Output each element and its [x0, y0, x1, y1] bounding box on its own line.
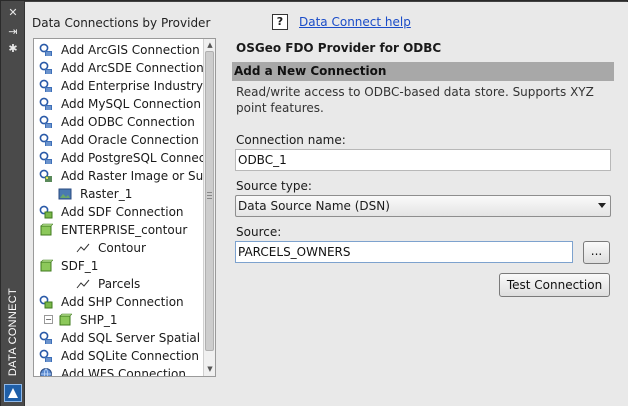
tree-item-label: Add MySQL Connection — [61, 97, 201, 111]
tree-item[interactable]: −SDF_1 — [39, 257, 98, 275]
tree-item-label: Add Raster Image or Surfac — [61, 169, 216, 183]
tree-item-label: Add SDF Connection — [61, 205, 184, 219]
tree-item[interactable]: Parcels — [76, 275, 140, 293]
tree-scrollbar[interactable]: ▲ ▼ — [203, 39, 215, 376]
tree-expander-icon[interactable]: − — [44, 315, 53, 324]
tree-item[interactable]: Add SDF Connection — [39, 203, 184, 221]
scroll-down-icon[interactable]: ▼ — [206, 365, 214, 373]
tree-item-label: Raster_1 — [80, 187, 133, 201]
provider-tree[interactable]: Add ArcGIS Connection Add ArcSDE Connecti… — [33, 38, 216, 377]
chevron-down-icon — [598, 203, 606, 208]
tree-item[interactable]: Add MySQL Connection — [39, 95, 201, 113]
tree-item[interactable]: Add ArcSDE Connection — [39, 59, 204, 77]
tree-item[interactable]: Add SQLite Connection — [39, 347, 199, 365]
file-connection-icon — [39, 295, 53, 309]
tree-item-label: Contour — [98, 241, 146, 255]
globe-icon — [39, 367, 53, 376]
connection-name-input[interactable]: ODBC_1 — [235, 149, 611, 171]
tree-item-label: Add ODBC Connection — [61, 115, 195, 129]
app-logo-icon — [4, 384, 22, 402]
tree-item-label: SHP_1 — [80, 313, 118, 327]
tree-item[interactable]: Add SQL Server Spatial Con — [39, 329, 216, 347]
palette-title-strip: ✕ ⇥ ✱ DATA CONNECT — [1, 1, 25, 406]
db-connection-icon — [39, 97, 53, 111]
file-connection-icon — [39, 205, 53, 219]
tree-item-label: Add Enterprise Industry Mo — [61, 79, 216, 93]
provider-title: OSGeo FDO Provider for ODBC — [236, 41, 442, 55]
tree-expander-icon[interactable]: − — [33, 225, 34, 234]
tree-item[interactable]: Contour — [76, 239, 146, 257]
source-type-value: Data Source Name (DSN) — [238, 199, 390, 213]
tree-item-label: Add PostgreSQL Connectio — [61, 151, 216, 165]
tree-item[interactable]: Add WFS Connection — [39, 365, 186, 377]
tree-item[interactable]: Raster_1 — [58, 185, 132, 203]
green-cube-icon — [39, 259, 54, 273]
auto-hide-icon[interactable]: ⇥ — [5, 25, 21, 39]
provider-description: Read/write access to ODBC-based data sto… — [236, 85, 594, 115]
db-connection-icon — [39, 331, 53, 345]
tree-item[interactable]: Add PostgreSQL Connectio — [39, 149, 216, 167]
browse-button[interactable]: ... — [583, 241, 610, 264]
tree-item[interactable]: Add Oracle Connection — [39, 131, 199, 149]
scroll-up-icon[interactable]: ▲ — [206, 41, 214, 49]
tree-item-label: Add ArcGIS Connection — [61, 43, 200, 57]
tree-item-label: Add SHP Connection — [61, 295, 184, 309]
palette-title: DATA CONNECT — [3, 286, 23, 378]
tree-item[interactable]: Add ArcGIS Connection — [39, 41, 200, 59]
tree-item-label: ENTERPRISE_contour — [61, 223, 188, 237]
db-connection-icon — [39, 61, 53, 75]
section-header: Add a New Connection — [232, 62, 614, 81]
palette-window: ✕ ⇥ ✱ DATA CONNECT Data Connections by P… — [0, 0, 628, 406]
raster-image-icon — [58, 187, 72, 201]
palette-title-text: DATA CONNECT — [7, 287, 19, 377]
tree-item[interactable]: Add ODBC Connection — [39, 113, 195, 131]
scroll-thumb[interactable] — [205, 51, 214, 351]
raster-connection-icon — [39, 169, 53, 183]
db-connection-icon — [39, 79, 53, 93]
green-cube-icon — [58, 313, 73, 327]
tree-item-label: Add SQLite Connection — [61, 349, 199, 363]
tree-item-label: Add WFS Connection — [61, 367, 186, 377]
tree-item-label: Parcels — [98, 277, 141, 291]
db-connection-icon — [39, 133, 53, 147]
db-connection-icon — [39, 349, 53, 363]
tree-item-label: Add SQL Server Spatial Con — [61, 331, 216, 345]
providers-title: Data Connections by Provider — [32, 16, 211, 30]
help-link[interactable]: Data Connect help — [299, 15, 411, 29]
properties-icon[interactable]: ✱ — [5, 42, 21, 56]
source-type-label: Source type: — [236, 179, 312, 193]
connection-name-label: Connection name: — [236, 133, 346, 147]
tree-item[interactable]: −ENTERPRISE_contour — [39, 221, 187, 239]
test-connection-button[interactable]: Test Connection — [499, 273, 610, 297]
source-label: Source: — [236, 225, 282, 239]
source-input[interactable]: PARCELS_OWNERS — [235, 241, 573, 263]
help-icon[interactable]: ? — [272, 14, 288, 30]
tree-item-label: Add Oracle Connection — [61, 133, 199, 147]
tree-item-label: Add ArcSDE Connection — [61, 61, 204, 75]
tree-expander-icon[interactable]: − — [33, 261, 34, 270]
tree-item[interactable]: Add Raster Image or Surfac — [39, 167, 216, 185]
db-connection-icon — [39, 43, 53, 57]
db-connection-icon — [39, 151, 53, 165]
tree-item-label: SDF_1 — [61, 259, 99, 273]
data-connect-panel: Data Connections by Provider Add ArcGIS … — [25, 2, 628, 406]
green-cube-icon — [39, 223, 54, 237]
tree-item[interactable]: Add Enterprise Industry Mo — [39, 77, 216, 95]
close-icon[interactable]: ✕ — [5, 6, 21, 20]
line-feature-icon — [76, 241, 90, 255]
db-connection-icon — [39, 115, 53, 129]
line-feature-icon — [76, 277, 90, 291]
tree-item[interactable]: − SHP_1 — [44, 311, 118, 329]
source-type-select[interactable]: Data Source Name (DSN) — [235, 195, 611, 217]
tree-item[interactable]: Add SHP Connection — [39, 293, 184, 311]
